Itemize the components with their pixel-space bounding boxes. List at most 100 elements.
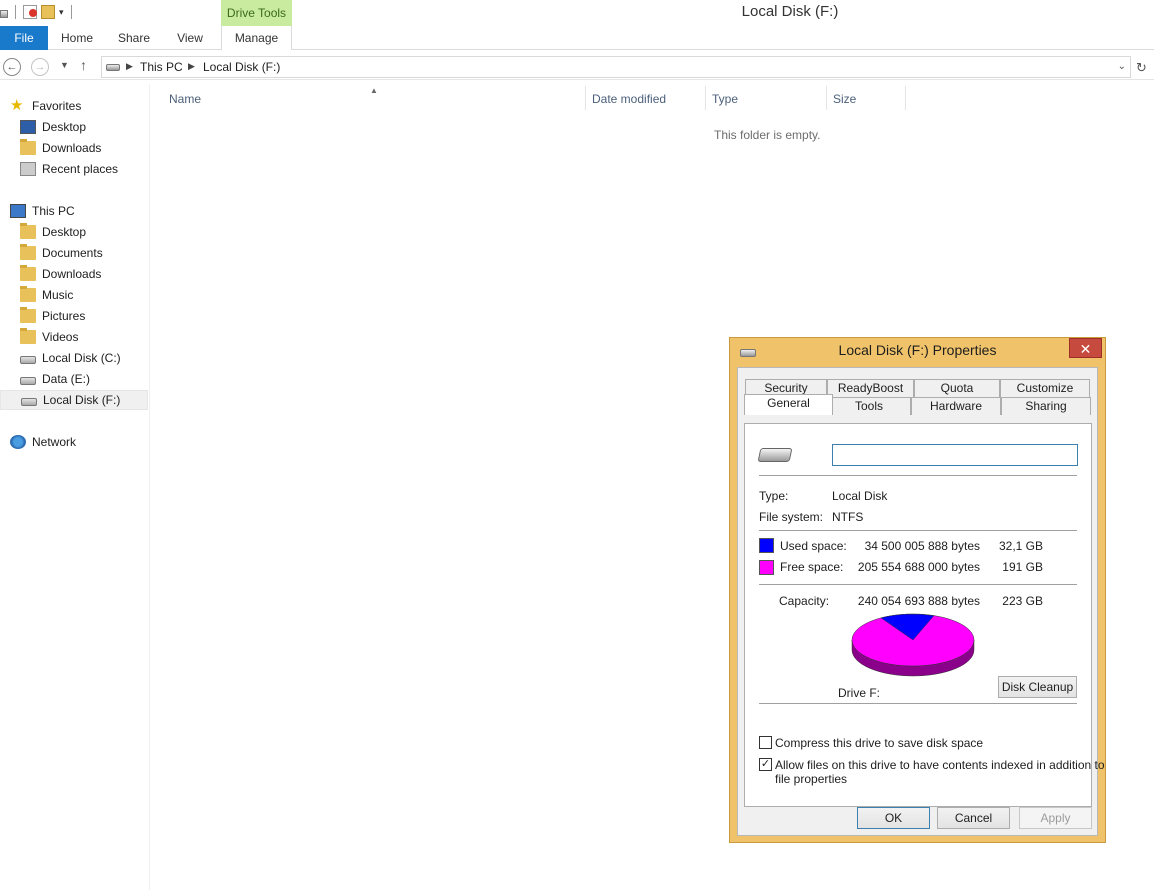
close-button[interactable]: ✕ — [1069, 338, 1102, 358]
nav-favorites[interactable]: ★ Favorites — [10, 96, 158, 116]
nav-label: Documents — [42, 246, 103, 260]
pictures-folder-icon — [20, 307, 36, 323]
up-button[interactable]: ↑ — [80, 57, 87, 73]
title-bar: ▾ Drive Tools Local Disk (F:) — [0, 0, 1154, 26]
dialog-body: Security ReadyBoost Quota Customize Gene… — [737, 367, 1105, 836]
drive-icon[interactable] — [0, 10, 8, 18]
breadcrumb-this-pc[interactable]: This PC — [140, 60, 183, 74]
address-row: ← → ▼ ↑ ▶ This PC ▶ Local Disk (F:) ⌄ ↻ — [0, 50, 1154, 80]
nav-label: This PC — [32, 204, 75, 218]
column-header-type[interactable]: Type — [712, 92, 738, 106]
breadcrumb-arrow-icon[interactable]: ▶ — [188, 61, 195, 72]
nav-local-disk-c[interactable]: Local Disk (C:) — [20, 348, 168, 368]
nav-videos[interactable]: Videos — [20, 327, 168, 347]
nav-music[interactable]: Music — [20, 285, 168, 305]
apply-button[interactable]: Apply — [1019, 807, 1092, 829]
tab-sharing[interactable]: Sharing — [1001, 397, 1091, 415]
recent-places-icon — [20, 162, 36, 176]
column-header-name[interactable]: Name — [169, 92, 201, 106]
breadcrumb-arrow-icon[interactable]: ▶ — [126, 61, 133, 72]
column-divider[interactable] — [585, 86, 586, 110]
nav-desktop[interactable]: Desktop — [20, 222, 168, 242]
drive-tools-context-label: Drive Tools — [221, 0, 292, 26]
divider — [759, 584, 1077, 585]
tab-hardware[interactable]: Hardware — [911, 397, 1001, 415]
tab-home[interactable]: Home — [55, 26, 99, 50]
tab-general[interactable]: General — [744, 394, 833, 415]
navigation-pane: ★ Favorites Desktop Downloads Recent pla… — [0, 84, 150, 890]
nav-data-e[interactable]: Data (E:) — [20, 369, 168, 389]
column-header-size[interactable]: Size — [833, 92, 856, 106]
file-system-value: NTFS — [832, 510, 864, 524]
tab-customize[interactable]: Customize — [1000, 379, 1090, 397]
nav-label: Recent places — [42, 162, 119, 176]
tab-readyboost[interactable]: ReadyBoost — [827, 379, 914, 397]
drive-letter-label: Drive F: — [838, 686, 880, 700]
nav-label: Desktop — [42, 225, 87, 239]
tab-tools[interactable]: Tools — [827, 397, 911, 415]
index-label-line1[interactable]: Allow files on this drive to have conten… — [775, 758, 1105, 772]
window-title: Local Disk (F:) — [741, 3, 839, 20]
breadcrumb-local-disk-f[interactable]: Local Disk (F:) — [203, 60, 280, 74]
used-space-swatch — [759, 538, 774, 553]
nav-label: Pictures — [42, 309, 86, 323]
column-divider[interactable] — [826, 86, 827, 110]
tab-share[interactable]: Share — [112, 26, 156, 50]
column-divider[interactable] — [705, 86, 706, 110]
nav-pictures[interactable]: Pictures — [20, 306, 168, 326]
sort-ascending-icon: ▲ — [370, 86, 378, 95]
desktop-icon — [20, 120, 36, 134]
drive-icon — [21, 398, 37, 406]
address-bar[interactable]: ▶ This PC ▶ Local Disk (F:) ⌄ — [101, 56, 1131, 78]
divider — [759, 703, 1077, 704]
used-space-bytes: 34 500 005 888 bytes — [864, 539, 980, 553]
tab-file[interactable]: File — [0, 26, 48, 50]
index-checkbox[interactable]: ✓ — [759, 758, 772, 771]
drive-icon — [757, 448, 793, 462]
nav-local-disk-f[interactable]: Local Disk (F:) — [0, 390, 148, 410]
column-divider[interactable] — [905, 86, 906, 110]
computer-icon — [10, 204, 26, 218]
disk-cleanup-button[interactable]: Disk Cleanup — [998, 676, 1077, 698]
tab-manage[interactable]: Manage — [221, 26, 292, 51]
nav-this-pc[interactable]: This PC — [10, 201, 158, 221]
tab-view[interactable]: View — [168, 26, 212, 50]
nav-recent-places[interactable]: Recent places — [20, 159, 168, 179]
ribbon-tabs: File Home Share View Manage — [0, 26, 1154, 51]
divider — [759, 530, 1077, 531]
nav-favorites-downloads[interactable]: Downloads — [20, 138, 168, 158]
properties-icon[interactable] — [23, 5, 37, 19]
compress-checkbox[interactable] — [759, 736, 772, 749]
capacity-gb: 223 GB — [1002, 594, 1043, 608]
address-dropdown-icon[interactable]: ⌄ — [1118, 61, 1126, 72]
downloads-folder-icon — [20, 265, 36, 281]
free-space-gb: 191 GB — [1002, 560, 1043, 574]
nav-label: Videos — [42, 330, 79, 344]
nav-network[interactable]: Network — [10, 432, 158, 452]
column-header-date-modified[interactable]: Date modified — [592, 92, 666, 106]
quick-access-toolbar: ▾ — [0, 0, 75, 24]
nav-downloads[interactable]: Downloads — [20, 264, 168, 284]
type-value: Local Disk — [832, 489, 888, 503]
star-icon: ★ — [10, 97, 24, 114]
cancel-button[interactable]: Cancel — [937, 807, 1010, 829]
empty-folder-message: This folder is empty. — [714, 128, 821, 142]
back-button[interactable]: ← — [3, 58, 21, 76]
customize-toolbar-icon[interactable]: ▾ — [59, 7, 64, 18]
tab-quota[interactable]: Quota — [914, 379, 1000, 397]
new-folder-icon[interactable] — [41, 5, 55, 19]
ok-button[interactable]: OK — [857, 807, 930, 829]
capacity-label: Capacity: — [779, 594, 830, 608]
forward-button[interactable]: → — [31, 58, 49, 76]
nav-label: Favorites — [32, 99, 82, 113]
index-label-line2[interactable]: file properties — [775, 772, 847, 786]
drive-name-input[interactable] — [832, 444, 1078, 466]
system-drive-icon — [20, 356, 36, 364]
recent-locations-dropdown[interactable]: ▼ — [60, 60, 69, 70]
compress-label[interactable]: Compress this drive to save disk space — [775, 736, 983, 750]
used-space-label: Used space: — [780, 539, 847, 553]
nav-favorites-desktop[interactable]: Desktop — [20, 117, 168, 137]
nav-documents[interactable]: Documents — [20, 243, 168, 263]
type-label: Type: — [759, 489, 789, 503]
refresh-button[interactable]: ↻ — [1136, 60, 1147, 76]
